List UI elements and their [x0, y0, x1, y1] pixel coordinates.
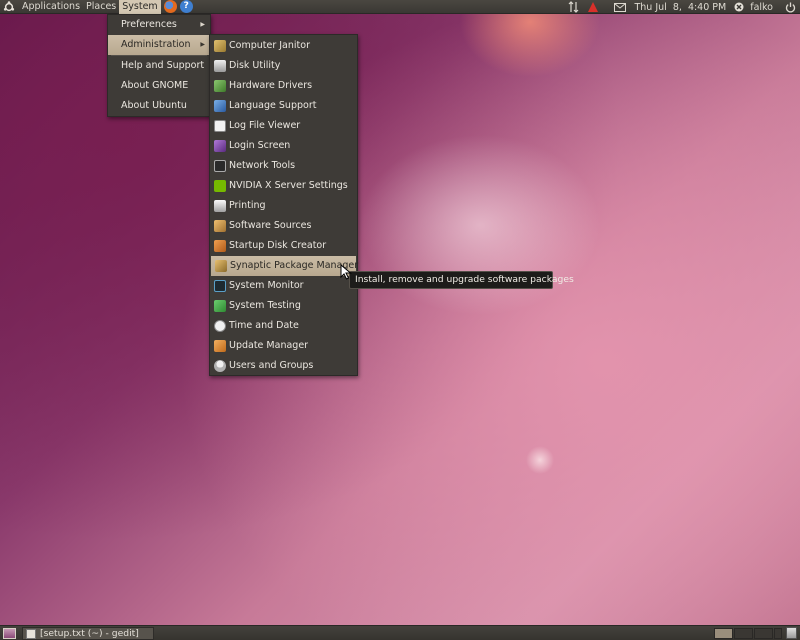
chip-icon: [214, 80, 226, 92]
menu-item-label: Preferences: [121, 19, 177, 30]
workspace-1[interactable]: [714, 628, 733, 639]
menu-item-label: Startup Disk Creator: [229, 240, 327, 251]
menu-item-administration[interactable]: Administration ▶: [108, 35, 210, 55]
mail-icon[interactable]: [610, 0, 630, 14]
menu-item-printing[interactable]: Printing: [210, 196, 357, 216]
help-icon[interactable]: ?: [179, 0, 193, 13]
system-dropdown-menu: Preferences ▶ Administration ▶ Help and …: [107, 14, 211, 117]
nvidia-icon: [214, 180, 226, 192]
workspace-4[interactable]: [774, 628, 782, 639]
menu-item-update-manager[interactable]: Update Manager: [210, 336, 357, 356]
user-name[interactable]: falko: [746, 0, 777, 14]
submenu-arrow-icon: ▶: [200, 41, 205, 48]
broom-icon: [214, 40, 226, 52]
mouse-cursor-icon: [340, 264, 352, 280]
menu-item-label: Users and Groups: [229, 360, 314, 371]
menu-item-label: Time and Date: [229, 320, 299, 331]
menu-item-label: Log File Viewer: [229, 120, 301, 131]
menu-item-label: Update Manager: [229, 340, 309, 351]
menu-item-help-and-support[interactable]: Help and Support: [108, 56, 210, 76]
menu-item-label: NVIDIA X Server Settings: [229, 180, 348, 191]
log-viewer-icon: [214, 120, 226, 132]
menu-item-system-monitor[interactable]: System Monitor: [210, 276, 357, 296]
software-sources-icon: [214, 220, 226, 232]
power-icon[interactable]: [781, 0, 800, 14]
menu-item-about-gnome[interactable]: About GNOME: [108, 76, 210, 96]
menu-item-computer-janitor[interactable]: Computer Janitor: [210, 36, 357, 56]
menu-item-label: System Testing: [229, 300, 301, 311]
firefox-icon[interactable]: [163, 0, 177, 13]
text-editor-icon: [26, 629, 36, 639]
clock[interactable]: Thu Jul 8, 4:40 PM: [630, 0, 730, 14]
menu-item-time-and-date[interactable]: Time and Date: [210, 316, 357, 336]
submenu-arrow-icon: ▶: [200, 21, 205, 28]
checkbox-icon: [214, 300, 226, 312]
trash-icon[interactable]: [786, 627, 797, 639]
users-icon: [214, 360, 226, 372]
menu-item-label: Computer Janitor: [229, 40, 310, 51]
menu-item-label: About GNOME: [121, 80, 189, 91]
menu-item-startup-disk-creator[interactable]: Startup Disk Creator: [210, 236, 357, 256]
taskbar-label: [setup.txt (~) - gedit]: [40, 628, 139, 639]
menu-item-label: Language Support: [229, 100, 317, 111]
menu-item-language-support[interactable]: Language Support: [210, 96, 357, 116]
menu-item-log-file-viewer[interactable]: Log File Viewer: [210, 116, 357, 136]
workspace-2[interactable]: [734, 628, 753, 639]
menu-item-preferences[interactable]: Preferences ▶: [108, 15, 210, 35]
disk-icon: [214, 60, 226, 72]
menu-item-network-tools[interactable]: Network Tools: [210, 156, 357, 176]
show-desktop-icon[interactable]: [3, 628, 16, 639]
menu-item-nvidia-x-server-settings[interactable]: NVIDIA X Server Settings: [210, 176, 357, 196]
taskbar-button-gedit[interactable]: [setup.txt (~) - gedit]: [22, 627, 154, 640]
user-status-icon[interactable]: [730, 0, 746, 14]
update-icon: [214, 340, 226, 352]
update-notifier-icon[interactable]: [584, 0, 602, 14]
menu-item-label: Help and Support: [121, 60, 205, 71]
startup-disk-icon: [214, 240, 226, 252]
menu-item-synaptic-package-manager[interactable]: Synaptic Package Manager: [211, 256, 359, 276]
clock-icon: [214, 320, 226, 332]
administration-submenu: Computer Janitor Disk Utility Hardware D…: [209, 34, 358, 376]
places-menu[interactable]: Places: [83, 0, 119, 14]
menu-item-label: Printing: [229, 200, 266, 211]
menu-item-label: Disk Utility: [229, 60, 281, 71]
menu-item-hardware-drivers[interactable]: Hardware Drivers: [210, 76, 357, 96]
menu-item-label: Hardware Drivers: [229, 80, 313, 91]
login-screen-icon: [214, 140, 226, 152]
menu-item-users-and-groups[interactable]: Users and Groups: [210, 356, 357, 376]
menu-item-label: About Ubuntu: [121, 100, 187, 111]
menu-item-label: Network Tools: [229, 160, 296, 171]
menu-item-label: Software Sources: [229, 220, 312, 231]
network-tools-icon: [214, 160, 226, 172]
menu-item-label: Login Screen: [229, 140, 291, 151]
system-monitor-icon: [214, 280, 226, 292]
menu-item-about-ubuntu[interactable]: About Ubuntu: [108, 96, 210, 116]
menu-item-system-testing[interactable]: System Testing: [210, 296, 357, 316]
printer-icon: [214, 200, 226, 212]
system-menu[interactable]: System: [119, 0, 161, 14]
package-icon: [215, 260, 227, 272]
menu-item-disk-utility[interactable]: Disk Utility: [210, 56, 357, 76]
language-icon: [214, 100, 226, 112]
applications-menu[interactable]: Applications: [19, 0, 83, 14]
tooltip: Install, remove and upgrade software pac…: [349, 271, 574, 289]
menu-item-label: Administration: [121, 39, 191, 50]
menu-item-software-sources[interactable]: Software Sources: [210, 216, 357, 236]
menu-item-login-screen[interactable]: Login Screen: [210, 136, 357, 156]
bottom-panel: [setup.txt (~) - gedit]: [0, 625, 800, 640]
menu-item-label: System Monitor: [229, 280, 304, 291]
menu-item-label: Synaptic Package Manager: [230, 260, 359, 271]
ubuntu-logo-icon[interactable]: [2, 0, 16, 14]
network-icon[interactable]: [564, 0, 584, 14]
workspace-3[interactable]: [754, 628, 773, 639]
top-panel: Applications Places System ? Thu Jul 8, …: [0, 0, 800, 14]
